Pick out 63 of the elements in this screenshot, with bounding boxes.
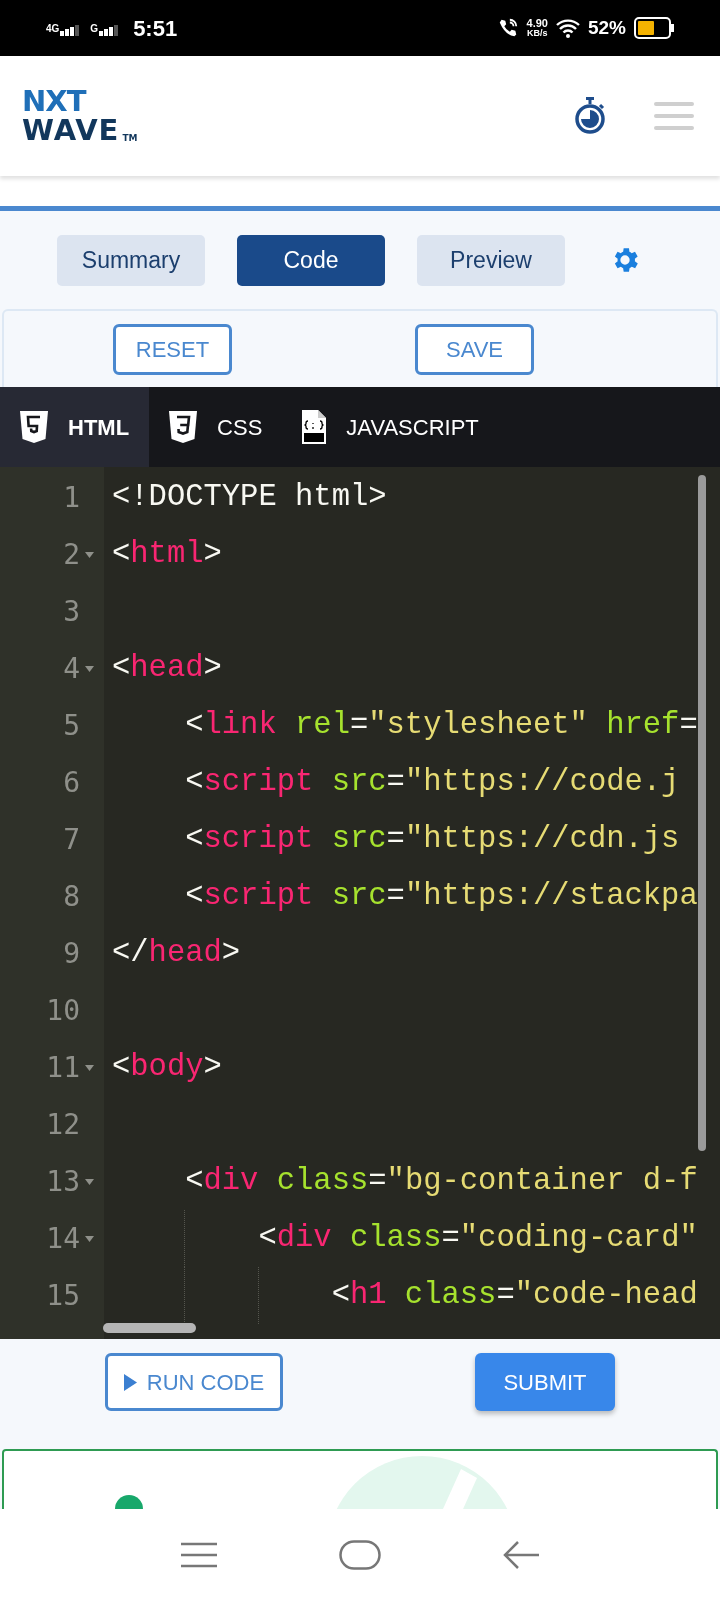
line-number: 12 xyxy=(46,1106,80,1143)
view-tab[interactable]: Preview xyxy=(417,234,565,286)
line-number: 9 xyxy=(63,935,80,972)
battery-percent: 52% xyxy=(587,15,626,40)
line-number: 3 xyxy=(63,593,80,630)
code-line: <!DOCTYPE html> xyxy=(112,478,387,516)
code-line: <script src="https://stackpa xyxy=(184,877,698,915)
network-speed: 4.90 xyxy=(526,18,548,28)
fold-caret-icon[interactable] xyxy=(84,1235,94,1242)
submit-button[interactable]: SUBMIT xyxy=(475,1353,615,1411)
network-type: G xyxy=(90,21,99,36)
fold-caret-icon[interactable] xyxy=(84,551,94,558)
line-number: 14 xyxy=(46,1220,80,1257)
file-tab[interactable]: CSS xyxy=(149,387,283,467)
reset-button[interactable]: RESET xyxy=(113,323,232,375)
line-number: 8 xyxy=(63,878,80,915)
play-icon xyxy=(123,1373,137,1391)
line-number: 5 xyxy=(63,707,80,744)
back-icon[interactable] xyxy=(503,1539,539,1570)
battery-icon xyxy=(634,17,674,39)
code-line: <div class="coding-card" xyxy=(257,1219,698,1257)
file-tab[interactable]: JAVASCRIPT xyxy=(282,387,499,467)
line-number: 15 xyxy=(46,1277,80,1314)
line-number: 11 xyxy=(46,1049,80,1086)
css3-icon xyxy=(169,411,198,443)
view-tab[interactable]: Code xyxy=(237,234,385,286)
line-number: 7 xyxy=(63,821,80,858)
logo[interactable]: NXT WAVE TM xyxy=(22,87,138,145)
html5-icon xyxy=(20,411,48,443)
fold-caret-icon[interactable] xyxy=(84,1178,94,1185)
code-line: <head> xyxy=(112,649,222,687)
file-tab[interactable]: HTML xyxy=(0,387,150,467)
horizontal-scrollbar[interactable] xyxy=(103,1323,196,1333)
code-line: <script src="https://code.j xyxy=(184,763,680,801)
network-type: 4G xyxy=(46,21,60,36)
line-number: 2 xyxy=(63,536,80,573)
signal-icon xyxy=(60,23,81,36)
vertical-scrollbar[interactable] xyxy=(698,475,706,1151)
code-line: <link rel="stylesheet" href= xyxy=(184,706,698,744)
save-button[interactable]: SAVE xyxy=(415,323,534,375)
fold-caret-icon[interactable] xyxy=(84,1064,94,1071)
code-line: <html> xyxy=(112,535,222,573)
code-line: <script src="https://cdn.js xyxy=(184,820,680,858)
code-line: <body> xyxy=(112,1048,222,1086)
line-number: 6 xyxy=(63,764,80,801)
wifi-icon xyxy=(555,18,580,38)
view-tab[interactable]: Summary xyxy=(57,234,205,286)
line-number: 13 xyxy=(46,1163,80,1200)
home-icon[interactable] xyxy=(339,1539,381,1570)
speed-unit: KB/s xyxy=(527,28,548,38)
code-line: </head> xyxy=(112,934,241,972)
fold-caret-icon[interactable] xyxy=(84,665,94,672)
line-number: 1 xyxy=(63,479,80,516)
code-line: <h1 class="code-head xyxy=(330,1276,698,1314)
js-file-icon xyxy=(302,410,327,444)
code-line: <div class="bg-container d-f xyxy=(184,1162,698,1200)
line-number: 4 xyxy=(63,650,80,687)
run-code-button[interactable]: RUN CODE xyxy=(105,1353,283,1411)
clock: 5:51 xyxy=(133,14,178,43)
stopwatch-icon[interactable] xyxy=(574,97,606,135)
signal-icon xyxy=(99,23,120,36)
recent-apps-icon[interactable] xyxy=(181,1541,217,1568)
line-number: 10 xyxy=(46,992,80,1029)
